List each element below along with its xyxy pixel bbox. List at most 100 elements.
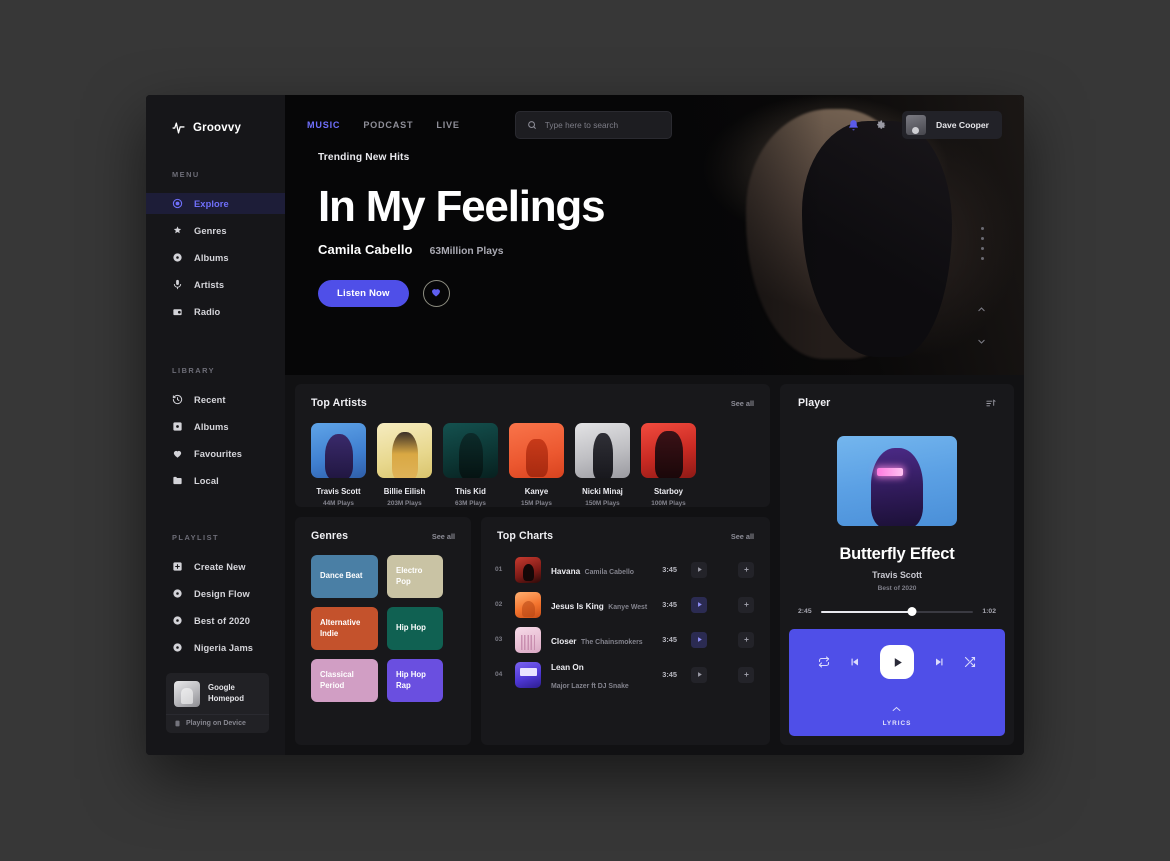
- genre-tile[interactable]: Alternative Indie: [311, 607, 378, 650]
- favourite-button[interactable]: [422, 280, 450, 307]
- genre-tile[interactable]: Electro Pop: [387, 555, 443, 598]
- genre-tile[interactable]: Hip Hop Rap: [387, 659, 443, 702]
- sidebar: Groovvy MENU Explore Genres Albums Artis…: [146, 95, 289, 755]
- artist-name: Travis Scott: [316, 487, 361, 496]
- sidebar-item-best-of-2020[interactable]: Best of 2020: [146, 610, 285, 631]
- artist-card[interactable]: Travis Scott 44M Plays: [311, 423, 366, 507]
- chevron-down-icon[interactable]: [977, 333, 986, 351]
- sidebar-item-genres[interactable]: Genres: [146, 220, 285, 241]
- tab-podcast[interactable]: PODCAST: [363, 120, 413, 130]
- artist-card[interactable]: Nicki Minaj 150M Plays: [575, 423, 630, 507]
- gear-icon[interactable]: [875, 119, 887, 131]
- play-icon[interactable]: [880, 645, 914, 679]
- add-icon[interactable]: [738, 666, 754, 683]
- library-group-title: LIBRARY: [172, 366, 216, 375]
- play-icon[interactable]: [691, 666, 707, 683]
- artist-card[interactable]: Starboy 100M Plays: [641, 423, 696, 507]
- sidebar-item-label: Albums: [194, 252, 229, 263]
- genres-grid: Dance Beat Electro Pop Alternative Indie…: [295, 542, 471, 718]
- hero-play-count: 63Million Plays: [429, 246, 504, 257]
- tab-music[interactable]: MUSIC: [307, 120, 340, 130]
- user-menu[interactable]: Dave Cooper: [901, 111, 1002, 139]
- sidebar-item-explore[interactable]: Explore: [146, 192, 289, 215]
- speaker-icon: [174, 720, 181, 727]
- hero-title: In My Feelings: [318, 182, 606, 231]
- artist-card[interactable]: This Kid 63M Plays: [443, 423, 498, 507]
- artist-card[interactable]: Kanye 15M Plays: [509, 423, 564, 507]
- track-title: Havana: [551, 566, 581, 576]
- add-icon[interactable]: [738, 596, 754, 613]
- compass-icon: [172, 198, 183, 209]
- search-input[interactable]: [544, 120, 660, 130]
- sidebar-item-radio[interactable]: Radio: [146, 301, 285, 322]
- sidebar-item-design-flow[interactable]: Design Flow: [146, 583, 285, 604]
- search-bar[interactable]: [514, 111, 672, 139]
- table-row[interactable]: 03 Closer The Chainsmokers 3:45: [495, 622, 754, 657]
- previous-icon[interactable]: [849, 656, 861, 668]
- playing-device-card[interactable]: Google Homepod Playing on Device: [166, 673, 269, 733]
- carousel-dot[interactable]: [981, 247, 984, 250]
- bell-icon[interactable]: [847, 119, 860, 132]
- chevron-up-icon[interactable]: [977, 301, 986, 319]
- device-status-label: Playing on Device: [186, 720, 246, 727]
- sidebar-item-nigeria-jams[interactable]: Nigeria Jams: [146, 637, 285, 658]
- genre-tile[interactable]: Hip Hop: [387, 607, 443, 650]
- track-title: Lean On: [551, 662, 584, 672]
- top-bar: MUSIC PODCAST LIVE Type here to search D…: [285, 95, 1024, 155]
- genre-tile[interactable]: Classical Period: [311, 659, 378, 702]
- lyrics-label: LYRICS: [882, 720, 912, 727]
- table-row[interactable]: 01 Havana Camila Cabello 3:45: [495, 552, 754, 587]
- progress-knob[interactable]: [907, 607, 917, 616]
- brand-logo[interactable]: Groovvy: [146, 117, 285, 134]
- sidebar-item-label: Genres: [194, 225, 227, 236]
- progress-slider[interactable]: [820, 607, 974, 616]
- add-icon[interactable]: [738, 561, 754, 578]
- table-row[interactable]: 02 Jesus Is King Kanye West 3:45: [495, 587, 754, 622]
- sidebar-item-label: Favourites: [194, 448, 243, 459]
- artist-plays: 63M Plays: [455, 500, 486, 507]
- sidebar-item-library-albums[interactable]: Albums: [146, 416, 285, 437]
- play-icon[interactable]: [691, 561, 707, 578]
- top-artists-see-all[interactable]: See all: [731, 399, 754, 408]
- sidebar-item-artists[interactable]: Artists: [146, 274, 285, 295]
- next-icon[interactable]: [933, 656, 945, 668]
- sidebar-item-favourites[interactable]: Favourites: [146, 443, 285, 464]
- genres-see-all[interactable]: See all: [432, 532, 455, 541]
- tab-live[interactable]: LIVE: [436, 120, 459, 130]
- genre-tile[interactable]: Dance Beat: [311, 555, 378, 598]
- sidebar-item-albums[interactable]: Albums: [146, 247, 285, 268]
- artist-name: Starboy: [653, 487, 684, 496]
- time-elapsed: 2:45: [798, 608, 812, 615]
- artist-photo: [509, 423, 564, 478]
- track-artist: The Chainsmokers: [580, 638, 643, 646]
- carousel-dot[interactable]: [981, 227, 984, 230]
- artist-plays: 150M Plays: [585, 500, 620, 507]
- sidebar-item-label: Create New: [194, 561, 246, 572]
- shuffle-icon[interactable]: [964, 656, 976, 668]
- table-row[interactable]: 04 Lean On Major Lazer ft DJ Snake 3:45: [495, 657, 754, 692]
- device-name: Google Homepod: [208, 683, 244, 703]
- lyrics-toggle[interactable]: LYRICS: [883, 699, 912, 727]
- top-artists-title: Top Artists: [311, 397, 367, 409]
- artist-card[interactable]: Billie Eilish 203M Plays: [377, 423, 432, 507]
- sidebar-item-label: Design Flow: [194, 588, 250, 599]
- artist-plays: 100M Plays: [651, 500, 686, 507]
- top-charts-card: Top Charts See all 01 Havana Camila Cabe…: [481, 517, 770, 745]
- play-icon[interactable]: [691, 631, 707, 648]
- carousel-dot[interactable]: [981, 257, 984, 260]
- listen-now-button[interactable]: Listen Now: [318, 280, 409, 307]
- sidebar-item-recent[interactable]: Recent: [146, 389, 285, 410]
- waveform-icon: [172, 121, 185, 134]
- brand-name: Groovvy: [193, 121, 242, 134]
- queue-icon[interactable]: [985, 398, 996, 409]
- sidebar-item-create-new[interactable]: Create New: [146, 556, 285, 577]
- carousel-dots[interactable]: [981, 227, 984, 260]
- repeat-icon[interactable]: [818, 656, 830, 668]
- sidebar-item-local[interactable]: Local: [146, 470, 285, 491]
- artist-name: Billie Eilish: [383, 487, 426, 496]
- play-icon[interactable]: [691, 596, 707, 613]
- top-charts-see-all[interactable]: See all: [731, 532, 754, 541]
- sidebar-item-label: Radio: [194, 306, 221, 317]
- add-icon[interactable]: [738, 631, 754, 648]
- carousel-dot[interactable]: [981, 237, 984, 240]
